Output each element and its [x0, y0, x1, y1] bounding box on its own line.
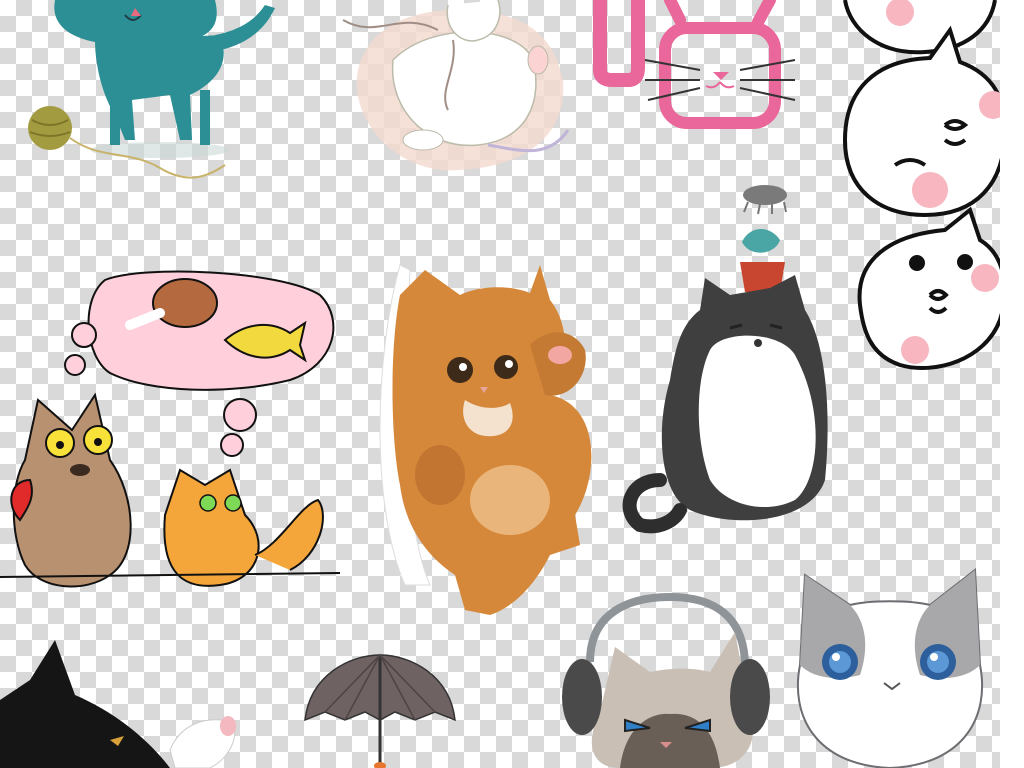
grumpy-cat-sticker [560, 592, 770, 768]
black-cat-sticker [0, 640, 245, 768]
gray-kitten-sticker [780, 565, 1000, 768]
fat-cat-plant-sticker [620, 180, 845, 540]
teal-cat-sticker [10, 0, 280, 185]
dreaming-cats-sticker [0, 265, 340, 610]
sleeping-cat-sticker [338, 0, 578, 180]
right-white-strip [1000, 0, 1024, 768]
orange-kitten-sticker [370, 255, 605, 625]
white-cats-stack-sticker [835, 0, 1005, 390]
pink-cat-face-sticker [590, 0, 805, 140]
umbrella-sticker [300, 650, 460, 768]
